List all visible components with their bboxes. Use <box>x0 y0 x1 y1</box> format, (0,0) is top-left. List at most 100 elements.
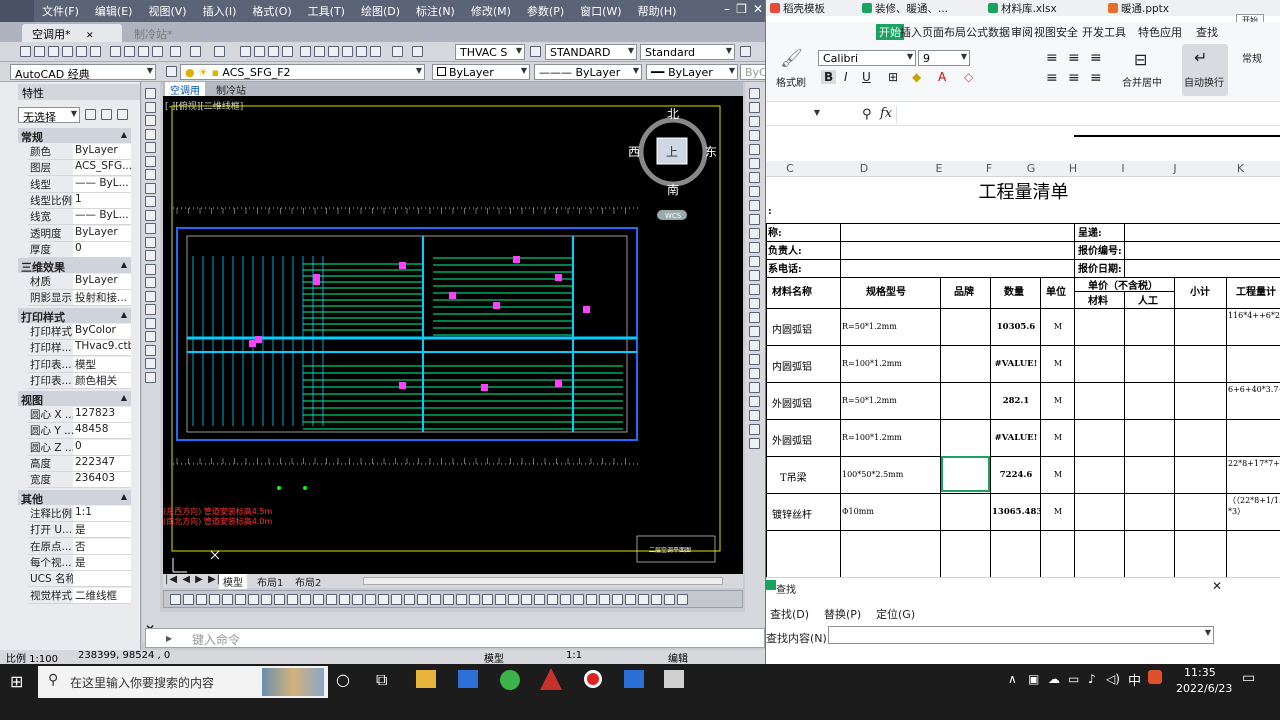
draw-tool-icon[interactable] <box>145 223 156 234</box>
paste-icon[interactable] <box>138 46 149 57</box>
thvac-tool-icon[interactable] <box>339 594 350 605</box>
modify-tool-icon[interactable] <box>749 186 760 197</box>
column-header[interactable]: C <box>766 162 814 175</box>
section-plot[interactable]: 打印样式 ▲ <box>18 308 131 324</box>
model-space-button[interactable]: 模型 <box>484 650 504 664</box>
thvac-tool-icon[interactable] <box>534 594 545 605</box>
prop-row-misc-3[interactable]: 每个视... 是 <box>28 554 131 571</box>
number-format-label[interactable]: 常规 <box>1242 50 1262 65</box>
prop-row-view-3[interactable]: 高度 222347 <box>28 455 131 472</box>
print-icon[interactable] <box>62 46 73 57</box>
prop-row-general-3[interactable]: 线型比例 1 <box>28 192 131 209</box>
task-view-icon[interactable]: ⧉ <box>376 670 387 690</box>
column-header[interactable]: G <box>1014 162 1048 175</box>
align-bottom-icon[interactable]: ≡ <box>1090 50 1102 66</box>
annotation-scale[interactable]: 1:1 <box>566 650 582 661</box>
design-center-icon[interactable] <box>314 46 325 57</box>
prop-row-general-1[interactable]: 图层 ACS_SFG... <box>28 160 131 177</box>
ribbon-search[interactable]: 查找 <box>1196 24 1218 40</box>
publish-icon[interactable] <box>90 46 101 57</box>
command-line[interactable]: ▸ 键入命令 <box>145 628 765 648</box>
windows-start-icon[interactable]: ⊞ <box>10 672 23 691</box>
ribbon-tab-security[interactable]: 安全 <box>1056 24 1078 40</box>
thvac-tool-icon[interactable] <box>183 594 194 605</box>
thvac-tool-icon[interactable] <box>313 594 324 605</box>
prop-row-plot-1[interactable]: 打印样... THvac9.ctb <box>28 340 131 357</box>
app-icon[interactable] <box>664 670 684 688</box>
cortana-icon[interactable]: ○ <box>336 670 350 689</box>
prop-row-view-4[interactable]: 宽度 236403 <box>28 472 131 489</box>
draw-tool-icon[interactable] <box>145 263 156 275</box>
prop-value[interactable] <box>73 571 131 587</box>
prop-row-three_d-0[interactable]: 材质 ByLayer <box>28 274 131 290</box>
file-explorer-icon[interactable] <box>416 670 436 688</box>
volume-icon[interactable]: ◁) <box>1106 672 1120 686</box>
ribbon-tab-view[interactable]: 视图 <box>1034 24 1056 40</box>
column-header[interactable]: F <box>964 162 1014 175</box>
draw-tool-icon[interactable] <box>145 250 156 261</box>
draw-tool-icon[interactable] <box>145 182 156 194</box>
prop-value[interactable]: ACS_SFG... <box>73 160 131 176</box>
draw-tool-icon[interactable] <box>145 304 156 315</box>
select-objects-icon[interactable] <box>101 109 112 120</box>
prop-row-misc-5[interactable]: 视觉样式 二维线框 <box>28 587 131 604</box>
align-top-icon[interactable]: ≡ <box>1046 50 1058 66</box>
zoom-previous-icon[interactable] <box>282 46 293 57</box>
border-icon[interactable]: ⊞ <box>888 70 898 84</box>
autocad-icon[interactable] <box>540 668 562 690</box>
prop-row-misc-1[interactable]: 打开 U... 是 <box>28 522 131 539</box>
ribbon-tab-developer[interactable]: 开发工具 <box>1082 24 1126 40</box>
quick-select-icon[interactable] <box>117 109 128 120</box>
find-content-input[interactable]: ▼ <box>828 626 1214 644</box>
drawing-canvas[interactable]: [-][俯视][二维线框] 上 北 南 西 东 WCS (东西方向) 管道安装标… <box>163 96 743 574</box>
prop-value[interactable]: 48458 <box>73 423 131 439</box>
close-tab-icon[interactable]: ✕ <box>86 31 94 41</box>
prop-value[interactable]: ByLayer <box>73 274 131 289</box>
cad-menu-window[interactable]: 窗口(W) <box>572 3 629 19</box>
draw-tool-icon[interactable] <box>145 128 156 140</box>
thvac-tool-icon[interactable] <box>352 594 363 605</box>
zoom-icon[interactable]: ⚲ <box>862 107 872 122</box>
column-header[interactable]: I <box>1098 162 1148 175</box>
modify-tool-icon[interactable] <box>749 102 760 113</box>
markup-icon[interactable] <box>356 46 367 57</box>
bold-icon[interactable]: B <box>821 70 837 84</box>
prop-row-misc-4[interactable]: UCS 名称 <box>28 571 131 588</box>
help-icon[interactable] <box>392 46 403 57</box>
cad-menu-tools[interactable]: 工具(T) <box>300 3 353 19</box>
sheet-grid[interactable]: 工程量清单: 称: 呈递: 负责人: 报价编号: 系电话: 报价日期: 材料名称 规格型号 品牌 数… <box>766 177 1280 617</box>
italic-icon[interactable]: I <box>844 70 848 84</box>
ribbon-tab-insert[interactable]: 插入 <box>900 24 922 40</box>
modify-tool-icon[interactable] <box>749 368 760 379</box>
scale-indicator[interactable]: 比例 1:100 <box>6 650 58 664</box>
prop-value[interactable]: 0 <box>73 439 131 455</box>
formula-input[interactable] <box>896 106 1280 124</box>
cad-app-icon[interactable] <box>0 0 34 22</box>
cad-menu-help[interactable]: 帮助(H) <box>630 3 685 19</box>
prop-row-general-5[interactable]: 透明度 ByLayer <box>28 225 131 242</box>
thvac-tool-icon[interactable] <box>495 594 506 605</box>
draw-tool-icon[interactable] <box>145 142 156 153</box>
thvac-tool-icon[interactable] <box>586 594 597 605</box>
restore-icon[interactable]: ❐ <box>736 2 747 16</box>
thvac-tool-icon[interactable] <box>456 594 467 605</box>
merge-label[interactable]: 合并居中 <box>1122 74 1162 89</box>
toggle-pickadd-icon[interactable] <box>85 109 96 120</box>
thvac-tool-icon[interactable] <box>365 594 376 605</box>
tray-cloud-icon[interactable]: ☁ <box>1048 672 1060 686</box>
prop-value[interactable]: 模型 <box>73 356 131 372</box>
thvac-tool-icon[interactable] <box>625 594 636 605</box>
file-tab-kongtiao[interactable]: 空调用* ✕ <box>22 24 122 42</box>
modify-tool-icon[interactable] <box>749 214 760 225</box>
thvac-tool-icon[interactable] <box>209 594 220 605</box>
drawing-tab-kongtiao[interactable]: 空调用 <box>165 82 205 97</box>
modify-tool-icon[interactable] <box>749 438 760 449</box>
ribbon-tab-data[interactable]: 数据 <box>988 24 1010 40</box>
find-tab[interactable]: 查找(D) <box>770 606 809 622</box>
cad-menu-edit[interactable]: 编辑(E) <box>87 3 141 19</box>
text-style-icon[interactable] <box>412 46 423 57</box>
tool-palettes-icon[interactable] <box>328 46 339 57</box>
prop-value[interactable]: 二维线框 <box>73 587 131 603</box>
table-style-combo[interactable]: Standard ▼ <box>640 44 735 60</box>
tray-app-icon[interactable]: ▣ <box>1028 672 1039 686</box>
